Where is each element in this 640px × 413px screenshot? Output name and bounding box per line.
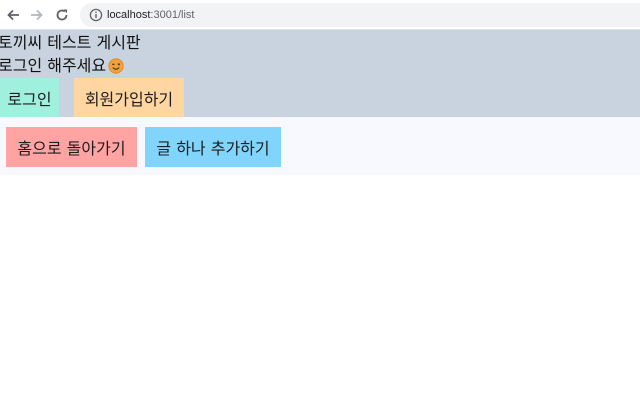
forward-arrow-icon[interactable]	[28, 6, 46, 24]
url-text: localhost:3001/list	[107, 8, 194, 22]
reload-icon[interactable]	[53, 6, 71, 24]
login-notice-text: 로그인 해주세요	[0, 56, 107, 75]
site-title: 토끼씨 테스트 게시판	[0, 33, 141, 52]
browser-toolbar: localhost:3001/list	[0, 0, 640, 30]
login-button[interactable]: 로그인	[0, 78, 59, 117]
winking-face-icon	[108, 58, 124, 74]
home-button[interactable]: 홈으로 돌아가기	[6, 127, 137, 167]
crescent-moon-icon	[197, 92, 210, 106]
add-post-button[interactable]: 글 하나 추가하기	[145, 127, 281, 167]
nav-bar: 홈으로 돌아가기 글 하나 추가하기	[0, 117, 640, 175]
signup-button[interactable]: 회원가입하기	[74, 78, 184, 117]
url-path: :3001/list	[150, 9, 195, 21]
site-header: 토끼씨 테스트 게시판 로그인 해주세요 로그인 회원가입하기	[0, 30, 640, 117]
info-icon[interactable]	[89, 8, 103, 22]
login-notice: 로그인 해주세요	[0, 56, 124, 76]
url-host: localhost	[107, 9, 151, 21]
address-bar[interactable]: localhost:3001/list	[80, 3, 640, 27]
back-arrow-icon[interactable]	[4, 6, 22, 24]
